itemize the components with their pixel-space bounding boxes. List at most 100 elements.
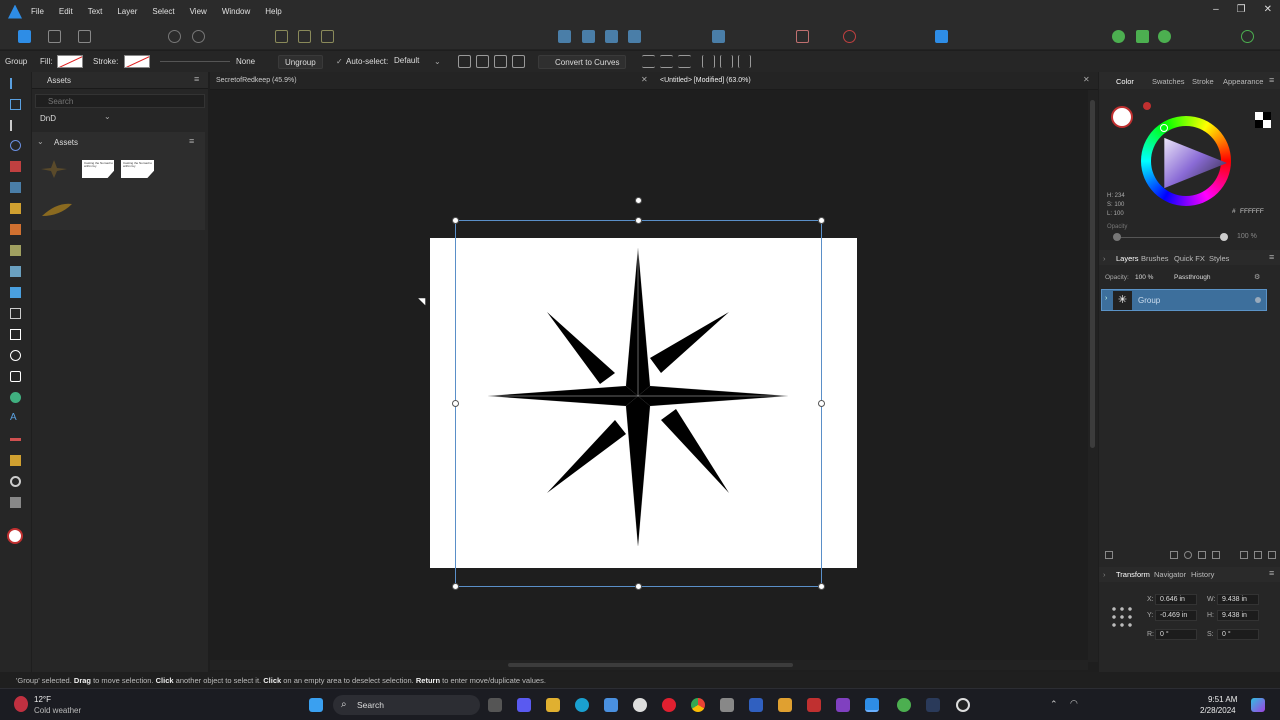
fill-stroke-color-well-icon[interactable] <box>7 528 23 544</box>
asset-leaf-thumbnail[interactable] <box>42 202 72 218</box>
tab-quick-fx[interactable]: Quick FX <box>1174 254 1205 263</box>
height-field[interactable]: 9.438 in <box>1217 610 1259 621</box>
tab-secretofredkeep[interactable]: SecretofRedkeep (45.9%) <box>216 77 297 84</box>
resize-handle-top-right[interactable] <box>818 217 825 224</box>
collapse-arrow-icon[interactable]: › <box>1103 254 1106 263</box>
convert-to-curves-button[interactable]: Convert to Curves <box>538 55 627 69</box>
view-tool-icon[interactable] <box>10 497 21 508</box>
tab-swatches[interactable]: Swatches <box>1152 77 1185 86</box>
eyedropper-icon[interactable] <box>1143 102 1151 110</box>
add-layer-icon[interactable] <box>1240 551 1248 559</box>
live-filter-icon[interactable] <box>1198 551 1206 559</box>
rotate-right-icon[interactable] <box>628 30 641 43</box>
move-tool-icon[interactable] <box>10 78 21 89</box>
maximize-button[interactable]: ❐ <box>1237 4 1246 15</box>
show-bounding-box-icon[interactable] <box>476 55 489 68</box>
group-layers-icon[interactable] <box>1212 551 1220 559</box>
isolate-icon[interactable] <box>275 30 288 43</box>
ellipse-tool-icon[interactable] <box>10 350 21 361</box>
transform-origin-icon[interactable] <box>458 55 471 68</box>
clock-date[interactable]: 2/28/2024 <box>1200 706 1236 715</box>
weather-description[interactable]: Cold weather <box>34 706 81 715</box>
steam-icon[interactable] <box>926 698 940 712</box>
alien-app-icon[interactable] <box>633 698 647 712</box>
shear-field[interactable]: 0 ° <box>1217 629 1259 640</box>
preferences-icon[interactable] <box>1158 30 1171 43</box>
chevron-down-icon[interactable]: ⌄ <box>37 137 44 146</box>
snapping-manager-icon[interactable] <box>1136 30 1149 43</box>
stroke-style-value[interactable]: None <box>236 57 255 66</box>
tab-untitled[interactable]: <Untitled> [Modified] (63.0%) <box>660 77 751 84</box>
collapse-arrow-icon[interactable]: › <box>1103 570 1106 579</box>
rectangle-tool-icon[interactable] <box>10 329 21 340</box>
resize-handle-top[interactable] <box>635 217 642 224</box>
affinity-photo-icon[interactable] <box>836 698 850 712</box>
delete-layer-icon[interactable] <box>1268 551 1276 559</box>
gradient-tool-icon[interactable] <box>10 245 21 256</box>
resize-handle-top-left[interactable] <box>452 217 459 224</box>
show-grid-icon[interactable] <box>512 55 525 68</box>
mask-icon[interactable] <box>1170 551 1178 559</box>
close-tab-icon[interactable]: ✕ <box>641 75 648 84</box>
assets-search-input[interactable] <box>35 94 205 108</box>
rotation-field[interactable]: 0 ° <box>1155 629 1197 640</box>
chevron-up-icon[interactable]: ⌃ <box>1050 699 1058 710</box>
tab-navigator[interactable]: Navigator <box>1154 570 1186 579</box>
menu-window[interactable]: Window <box>222 7 250 16</box>
snapping-grid-icon[interactable] <box>796 30 809 43</box>
selection-bounding-box[interactable] <box>452 197 825 590</box>
menu-text[interactable]: Text <box>88 7 103 16</box>
resize-handle-left[interactable] <box>452 400 459 407</box>
pencil-tool-icon[interactable] <box>10 161 21 172</box>
settings-gear-icon[interactable] <box>168 30 181 43</box>
taskbar-search-box[interactable]: ⌕ Search <box>333 695 480 715</box>
adjustment-icon[interactable] <box>1184 551 1192 559</box>
align-icon[interactable] <box>712 30 725 43</box>
show-alignment-icon[interactable] <box>494 55 507 68</box>
align-bottom-icon[interactable] <box>738 55 751 68</box>
panel-menu-icon[interactable]: ≡ <box>1269 568 1274 578</box>
weather-temperature[interactable]: 12°F <box>34 695 51 704</box>
zoom-tool-icon[interactable] <box>10 476 21 487</box>
weather-thermometer-icon[interactable] <box>14 696 28 712</box>
anchor-point-selector-icon[interactable] <box>1110 605 1134 629</box>
swap-colors-icon[interactable] <box>1255 112 1271 128</box>
align-top-icon[interactable] <box>702 55 715 68</box>
hex-field[interactable]: # <box>1232 208 1236 215</box>
obs-icon[interactable] <box>956 698 970 712</box>
layer-settings-icon[interactable] <box>1105 551 1113 559</box>
artboard-tool-icon[interactable] <box>10 99 21 110</box>
resize-handle-bottom-left[interactable] <box>452 583 459 590</box>
resize-handle-right[interactable] <box>818 400 825 407</box>
hex-value[interactable]: FFFFFF <box>1240 208 1264 215</box>
tab-styles[interactable]: Styles <box>1209 254 1229 263</box>
boolean-icon[interactable] <box>843 30 856 43</box>
menu-edit[interactable]: Edit <box>59 7 73 16</box>
affinity-designer-taskbar-icon[interactable] <box>865 698 879 712</box>
copilot-icon[interactable] <box>1251 698 1265 712</box>
tab-layers[interactable]: Layers <box>1116 254 1139 263</box>
menu-file[interactable]: File <box>31 7 44 16</box>
corner-tool-icon[interactable] <box>10 140 21 151</box>
windows-start-icon[interactable] <box>309 698 323 712</box>
stroke-width-slider[interactable] <box>160 61 230 62</box>
close-tab-icon[interactable]: ✕ <box>1083 75 1090 84</box>
resize-handle-bottom-right[interactable] <box>818 583 825 590</box>
flip-vertical-icon[interactable] <box>582 30 595 43</box>
affinity-publisher-icon[interactable] <box>807 698 821 712</box>
edge-browser-icon[interactable] <box>575 698 589 712</box>
auto-select-check-icon[interactable]: ✓ <box>336 57 343 66</box>
pixel-persona-icon[interactable] <box>48 30 61 43</box>
measure-tool-icon[interactable] <box>10 455 21 466</box>
opera-browser-icon[interactable] <box>662 698 676 712</box>
minimize-button[interactable]: – <box>1213 4 1219 15</box>
transparency-tool-icon[interactable] <box>10 266 21 277</box>
crop-tool-icon[interactable] <box>10 308 21 319</box>
geometry-icon[interactable] <box>321 30 334 43</box>
assets-category-dropdown[interactable]: DnD <box>40 114 56 123</box>
auto-select-dropdown[interactable]: Default <box>394 56 419 65</box>
layer-name[interactable]: Group <box>1138 296 1160 305</box>
layer-row-group[interactable]: › ✳ Group <box>1101 289 1267 311</box>
designer-persona-icon[interactable] <box>18 30 31 43</box>
panel-menu-icon[interactable]: ≡ <box>1269 252 1274 262</box>
